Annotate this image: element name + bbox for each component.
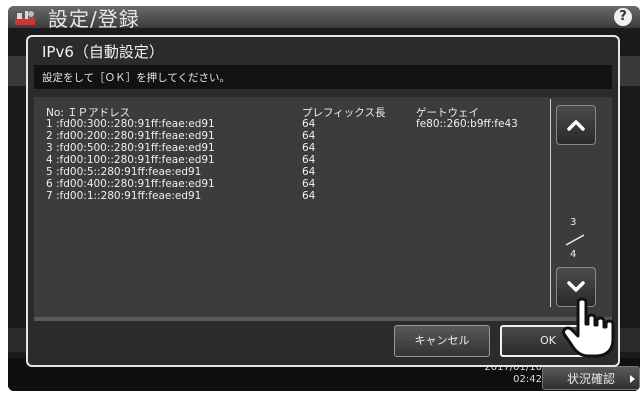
cancel-button[interactable]: キャンセル — [394, 325, 490, 357]
row-prefix: 64 — [302, 142, 316, 154]
row-address: 4 :fd00:100::280:91ff:feae:ed91 — [46, 154, 215, 166]
scroll-up-button[interactable] — [556, 105, 596, 145]
page-separator — [565, 234, 585, 246]
page-title: 設定/登録 — [48, 7, 140, 31]
row-address: 2 :fd00:200::280:91ff:feae:ed91 — [46, 130, 215, 142]
arrow-right-icon — [630, 375, 635, 383]
status-check-label: 状況確認 — [566, 372, 615, 386]
row-address: 1 :fd00:300::280:91ff:feae:ed91 — [46, 118, 215, 130]
hand-pointer-icon — [562, 297, 615, 358]
row-prefix: 64 — [302, 130, 316, 142]
list-item[interactable]: 3 :fd00:500::280:91ff:feae:ed91 64 — [34, 142, 574, 154]
page-total: 4 — [570, 249, 577, 260]
instruction-text: 設定をして［ＯＫ］を押してください。 — [42, 72, 231, 84]
footer-divider — [34, 317, 612, 321]
help-icon[interactable]: ? — [614, 8, 632, 26]
row-address: 3 :fd00:500::280:91ff:feae:ed91 — [46, 142, 215, 154]
list-item[interactable]: 5 :fd00:5::280:91ff:feae:ed91 64 — [34, 166, 574, 178]
list-item[interactable]: 1 :fd00:300::280:91ff:feae:ed91 64 fe80:… — [34, 118, 574, 130]
list-item[interactable]: 7 :fd00:1::280:91ff:feae:ed91 64 — [34, 190, 574, 202]
row-prefix: 64 — [302, 166, 316, 178]
page-current: 3 — [570, 217, 577, 228]
chevron-down-icon — [567, 281, 585, 292]
list-item[interactable]: 6 :fd00:400::280:91ff:feae:ed91 64 — [34, 178, 574, 190]
list-divider — [550, 99, 551, 307]
settings-tools-icon — [15, 11, 35, 25]
time-text: 02:42 — [513, 374, 542, 385]
row-prefix: 64 — [302, 154, 316, 166]
chevron-up-icon — [567, 120, 585, 131]
list-item[interactable]: 2 :fd00:200::280:91ff:feae:ed91 64 — [34, 130, 574, 142]
row-address: 5 :fd00:5::280:91ff:feae:ed91 — [46, 166, 202, 178]
row-prefix: 64 — [302, 118, 316, 130]
address-list: No: ＩＰアドレス プレフィックス長 ゲートウェイ 1 :fd00:300::… — [34, 97, 612, 317]
row-gateway: fe80::260:b9ff:fe43 — [416, 118, 518, 130]
instruction-bar: 設定をして［ＯＫ］を押してください。 — [34, 65, 612, 89]
ipv6-auto-dialog: IPv6（自動設定） 設定をして［ＯＫ］を押してください。 No: ＩＰアドレス… — [26, 35, 620, 367]
status-check-button[interactable]: 状況確認 — [542, 366, 640, 390]
list-item[interactable]: 4 :fd00:100::280:91ff:feae:ed91 64 — [34, 154, 574, 166]
list-header: No: ＩＰアドレス プレフィックス長 ゲートウェイ — [34, 105, 574, 119]
row-address: 6 :fd00:400::280:91ff:feae:ed91 — [46, 178, 215, 190]
row-prefix: 64 — [302, 190, 316, 202]
top-bar: 設定/登録 ? — [8, 6, 640, 31]
row-prefix: 64 — [302, 178, 316, 190]
row-address: 7 :fd00:1::280:91ff:feae:ed91 — [46, 190, 202, 202]
dialog-title: IPv6（自動設定） — [42, 43, 164, 61]
